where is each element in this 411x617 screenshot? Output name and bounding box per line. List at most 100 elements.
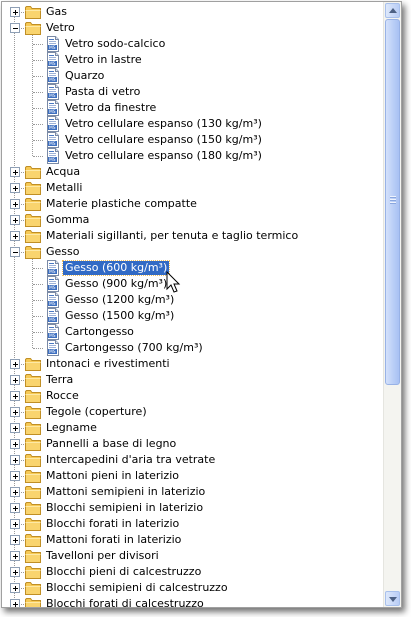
tree-folder-node[interactable]: Rocce	[2, 388, 381, 404]
folder-label[interactable]: Tavelloni per divisori	[44, 549, 161, 563]
tree-folder-node[interactable]: Metalli	[2, 180, 381, 196]
folder-label[interactable]: Tegole (coperture)	[44, 405, 149, 419]
tree-folder-node[interactable]: Intercapedini d'aria tra vetrate	[2, 452, 381, 468]
leaf-label[interactable]: Cartongesso (700 kg/m³)	[63, 341, 205, 355]
leaf-label[interactable]: Quarzo	[63, 69, 106, 83]
plus-expander-icon[interactable]	[10, 519, 20, 529]
tree-leaf-node[interactable]: MS Cartongesso (700 kg/m³)	[2, 340, 381, 356]
tree-folder-node[interactable]: Vetro	[2, 20, 381, 36]
plus-expander-icon[interactable]	[10, 199, 20, 209]
tree-leaf-node[interactable]: MS Gesso (600 kg/m³)	[2, 260, 381, 276]
folder-label[interactable]: Mattoni forati in laterizio	[44, 533, 183, 547]
plus-expander-icon[interactable]	[10, 183, 20, 193]
tree-folder-node[interactable]: Gesso	[2, 244, 381, 260]
folder-label[interactable]: Blocchi pieni di calcestruzzo	[44, 565, 203, 579]
folder-label[interactable]: Vetro	[44, 21, 77, 35]
plus-expander-icon[interactable]	[10, 567, 20, 577]
tree-leaf-node[interactable]: MS Pasta di vetro	[2, 84, 381, 100]
plus-expander-icon[interactable]	[10, 423, 20, 433]
selected-leaf-label[interactable]: Gesso (600 kg/m³)	[61, 260, 171, 276]
folder-label[interactable]: Blocchi forati in laterizio	[44, 517, 181, 531]
leaf-label[interactable]: Vetro cellulare espanso (130 kg/m³)	[63, 117, 264, 131]
folder-label[interactable]: Blocchi semipieni di calcestruzzo	[44, 581, 230, 595]
tree-folder-node[interactable]: Materie plastiche compatte	[2, 196, 381, 212]
leaf-label[interactable]: Vetro cellulare espanso (150 kg/m³)	[63, 133, 264, 147]
tree-leaf-node[interactable]: MS Gesso (900 kg/m³)	[2, 276, 381, 292]
plus-expander-icon[interactable]	[10, 471, 20, 481]
folder-label[interactable]: Intercapedini d'aria tra vetrate	[44, 453, 217, 467]
leaf-label[interactable]: Gesso (1200 kg/m³)	[63, 293, 176, 307]
tree-folder-node[interactable]: Blocchi forati di calcestruzzo	[2, 596, 381, 607]
folder-label[interactable]: Mattoni pieni in laterizio	[44, 469, 181, 483]
plus-expander-icon[interactable]	[10, 167, 20, 177]
plus-expander-icon[interactable]	[10, 455, 20, 465]
plus-expander-icon[interactable]	[10, 7, 20, 17]
plus-expander-icon[interactable]	[10, 535, 20, 545]
material-tree[interactable]: Gas Vetro MS Vetro sodo-calcico MS Vetro in l…	[2, 2, 381, 607]
plus-expander-icon[interactable]	[10, 359, 20, 369]
tree-leaf-node[interactable]: MS Cartongesso	[2, 324, 381, 340]
plus-expander-icon[interactable]	[10, 439, 20, 449]
tree-folder-node[interactable]: Blocchi forati in laterizio	[2, 516, 381, 532]
tree-folder-node[interactable]: Gas	[2, 4, 381, 20]
plus-expander-icon[interactable]	[10, 375, 20, 385]
tree-folder-node[interactable]: Mattoni pieni in laterizio	[2, 468, 381, 484]
vertical-scrollbar[interactable]	[383, 2, 401, 607]
folder-label[interactable]: Blocchi forati di calcestruzzo	[44, 597, 206, 607]
plus-expander-icon[interactable]	[10, 583, 20, 593]
tree-leaf-node[interactable]: MS Vetro cellulare espanso (130 kg/m³)	[2, 116, 381, 132]
tree-folder-node[interactable]: Mattoni forati in laterizio	[2, 532, 381, 548]
plus-expander-icon[interactable]	[10, 231, 20, 241]
folder-label[interactable]: Mattoni semipieni in laterizio	[44, 485, 207, 499]
folder-label[interactable]: Rocce	[44, 389, 81, 403]
scroll-up-button[interactable]	[385, 3, 400, 18]
plus-expander-icon[interactable]	[10, 487, 20, 497]
tree-leaf-node[interactable]: MS Gesso (1200 kg/m³)	[2, 292, 381, 308]
scrollbar-thumb[interactable]	[385, 19, 400, 385]
plus-expander-icon[interactable]	[10, 551, 20, 561]
leaf-label[interactable]: Pasta di vetro	[63, 85, 142, 99]
folder-label[interactable]: Pannelli a base di legno	[44, 437, 178, 451]
folder-label[interactable]: Gas	[44, 5, 69, 19]
minus-expander-icon[interactable]	[10, 247, 20, 257]
tree-folder-node[interactable]: Gomma	[2, 212, 381, 228]
plus-expander-icon[interactable]	[10, 215, 20, 225]
tree-leaf-node[interactable]: MS Vetro cellulare espanso (180 kg/m³)	[2, 148, 381, 164]
tree-folder-node[interactable]: Terra	[2, 372, 381, 388]
folder-label[interactable]: Gomma	[44, 213, 91, 227]
folder-label[interactable]: Terra	[44, 373, 75, 387]
leaf-label[interactable]: Vetro cellulare espanso (180 kg/m³)	[63, 149, 264, 163]
plus-expander-icon[interactable]	[10, 503, 20, 513]
leaf-label[interactable]: Gesso (900 kg/m³)	[63, 277, 169, 291]
tree-leaf-node[interactable]: MS Vetro da finestre	[2, 100, 381, 116]
folder-label[interactable]: Intonaci e rivestimenti	[44, 357, 172, 371]
tree-leaf-node[interactable]: MS Quarzo	[2, 68, 381, 84]
tree-folder-node[interactable]: Pannelli a base di legno	[2, 436, 381, 452]
tree-leaf-node[interactable]: MS Vetro in lastre	[2, 52, 381, 68]
folder-label[interactable]: Acqua	[44, 165, 82, 179]
leaf-label[interactable]: Cartongesso	[63, 325, 136, 339]
tree-folder-node[interactable]: Mattoni semipieni in laterizio	[2, 484, 381, 500]
scroll-down-button[interactable]	[385, 591, 400, 606]
plus-expander-icon[interactable]	[10, 599, 20, 607]
tree-folder-node[interactable]: Materiali sigillanti, per tenuta e tagli…	[2, 228, 381, 244]
tree-folder-node[interactable]: Blocchi semipieni di calcestruzzo	[2, 580, 381, 596]
leaf-label[interactable]: Vetro in lastre	[63, 53, 144, 67]
leaf-label[interactable]: Vetro sodo-calcico	[63, 37, 167, 51]
folder-label[interactable]: Materiali sigillanti, per tenuta e tagli…	[44, 229, 300, 243]
tree-folder-node[interactable]: Tegole (coperture)	[2, 404, 381, 420]
tree-folder-node[interactable]: Legname	[2, 420, 381, 436]
folder-label[interactable]: Metalli	[44, 181, 84, 195]
tree-folder-node[interactable]: Tavelloni per divisori	[2, 548, 381, 564]
tree-folder-node[interactable]: Acqua	[2, 164, 381, 180]
plus-expander-icon[interactable]	[10, 407, 20, 417]
folder-label[interactable]: Materie plastiche compatte	[44, 197, 199, 211]
plus-expander-icon[interactable]	[10, 391, 20, 401]
folder-label[interactable]: Gesso	[44, 245, 81, 259]
tree-folder-node[interactable]: Intonaci e rivestimenti	[2, 356, 381, 372]
tree-folder-node[interactable]: Blocchi pieni di calcestruzzo	[2, 564, 381, 580]
tree-leaf-node[interactable]: MS Gesso (1500 kg/m³)	[2, 308, 381, 324]
folder-label[interactable]: Legname	[44, 421, 99, 435]
tree-leaf-node[interactable]: MS Vetro cellulare espanso (150 kg/m³)	[2, 132, 381, 148]
leaf-label[interactable]: Gesso (1500 kg/m³)	[63, 309, 176, 323]
